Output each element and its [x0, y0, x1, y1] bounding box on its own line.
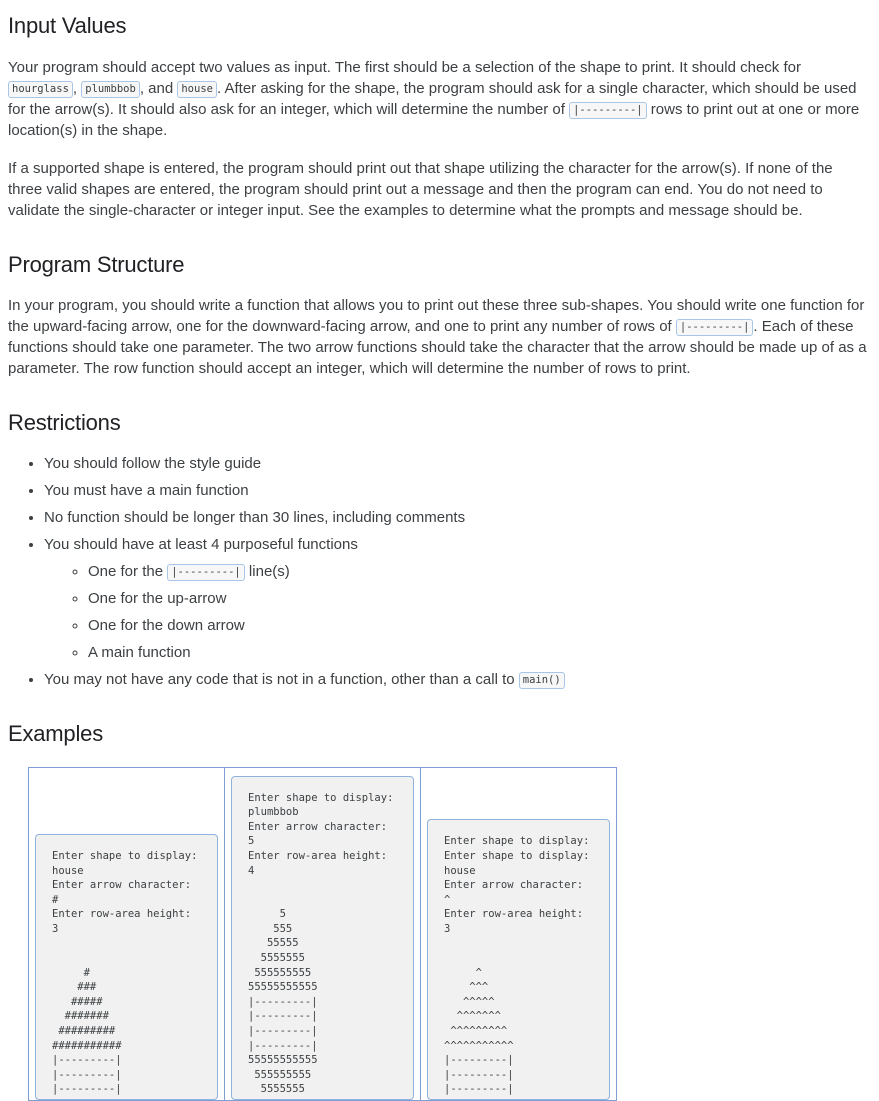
list-item: You should have at least 4 purposeful fu… [44, 534, 869, 663]
inline-code-row-line: |---------| [167, 563, 245, 581]
heading-program-structure: Program Structure [8, 251, 185, 277]
list-item: You must have a main function [44, 480, 869, 501]
inline-code-plumbbob: plumbbob [81, 80, 140, 98]
heading-input-values: Input Values [8, 13, 127, 38]
examples-cell-1: Enter shape to display: house Enter arro… [28, 767, 225, 1101]
list-item: No function should be longer than 30 lin… [44, 507, 869, 528]
examples-cell-3: Enter shape to display: Enter shape to d… [420, 767, 617, 1101]
cell-inner: Enter shape to display: house Enter arro… [29, 768, 224, 1100]
examples-cell-2: Enter shape to display: plumbbob Enter a… [224, 767, 421, 1101]
list-item: One for the |---------| line(s) [88, 561, 869, 582]
list-item: You may not have any code that is not in… [44, 669, 869, 690]
code-block-example-1: Enter shape to display: house Enter arro… [35, 833, 218, 1100]
list-item: A main function [88, 642, 869, 663]
paragraph-program-structure-1: In your program, you should write a func… [8, 295, 869, 379]
cell-inner: Enter shape to display: plumbbob Enter a… [225, 768, 420, 1100]
table-row: Enter shape to display: house Enter arro… [28, 767, 617, 1101]
text-run: line(s) [244, 562, 290, 580]
list-item: One for the down arrow [88, 615, 869, 636]
list-item-label: You should have at least 4 purposeful fu… [44, 535, 358, 553]
inline-code-house: house [177, 80, 217, 98]
cell-inner: Enter shape to display: Enter shape to d… [421, 768, 616, 1100]
paragraph-input-values-2: If a supported shape is entered, the pro… [8, 159, 833, 219]
text-run: , and [139, 79, 178, 97]
restrictions-sublist: One for the |---------| line(s) One for … [44, 561, 869, 663]
inline-code-row-line: |---------| [675, 319, 754, 336]
inline-code-main: main() [518, 671, 565, 689]
text-run: Your program should accept two values as… [8, 58, 801, 76]
list-item: One for the up-arrow [88, 588, 869, 609]
list-item: You should follow the style guide [44, 453, 869, 474]
inline-code-hourglass: hourglass [8, 80, 73, 98]
text-run: One for the [88, 562, 168, 580]
code-block-example-2: Enter shape to display: plumbbob Enter a… [231, 775, 414, 1100]
heading-examples: Examples [8, 720, 103, 746]
text-run: You may not have any code that is not in… [44, 670, 519, 688]
examples-table: Enter shape to display: house Enter arro… [28, 767, 617, 1101]
code-block-example-3: Enter shape to display: Enter shape to d… [427, 819, 610, 1100]
restrictions-list: You should follow the style guide You mu… [8, 453, 869, 690]
inline-code-row-line: |---------| [569, 101, 647, 119]
heading-restrictions: Restrictions [8, 410, 121, 435]
document-body: Input Values Your program should accept … [0, 0, 879, 1101]
paragraph-input-values-1: Your program should accept two values as… [8, 57, 869, 141]
text-run: , [72, 79, 82, 97]
